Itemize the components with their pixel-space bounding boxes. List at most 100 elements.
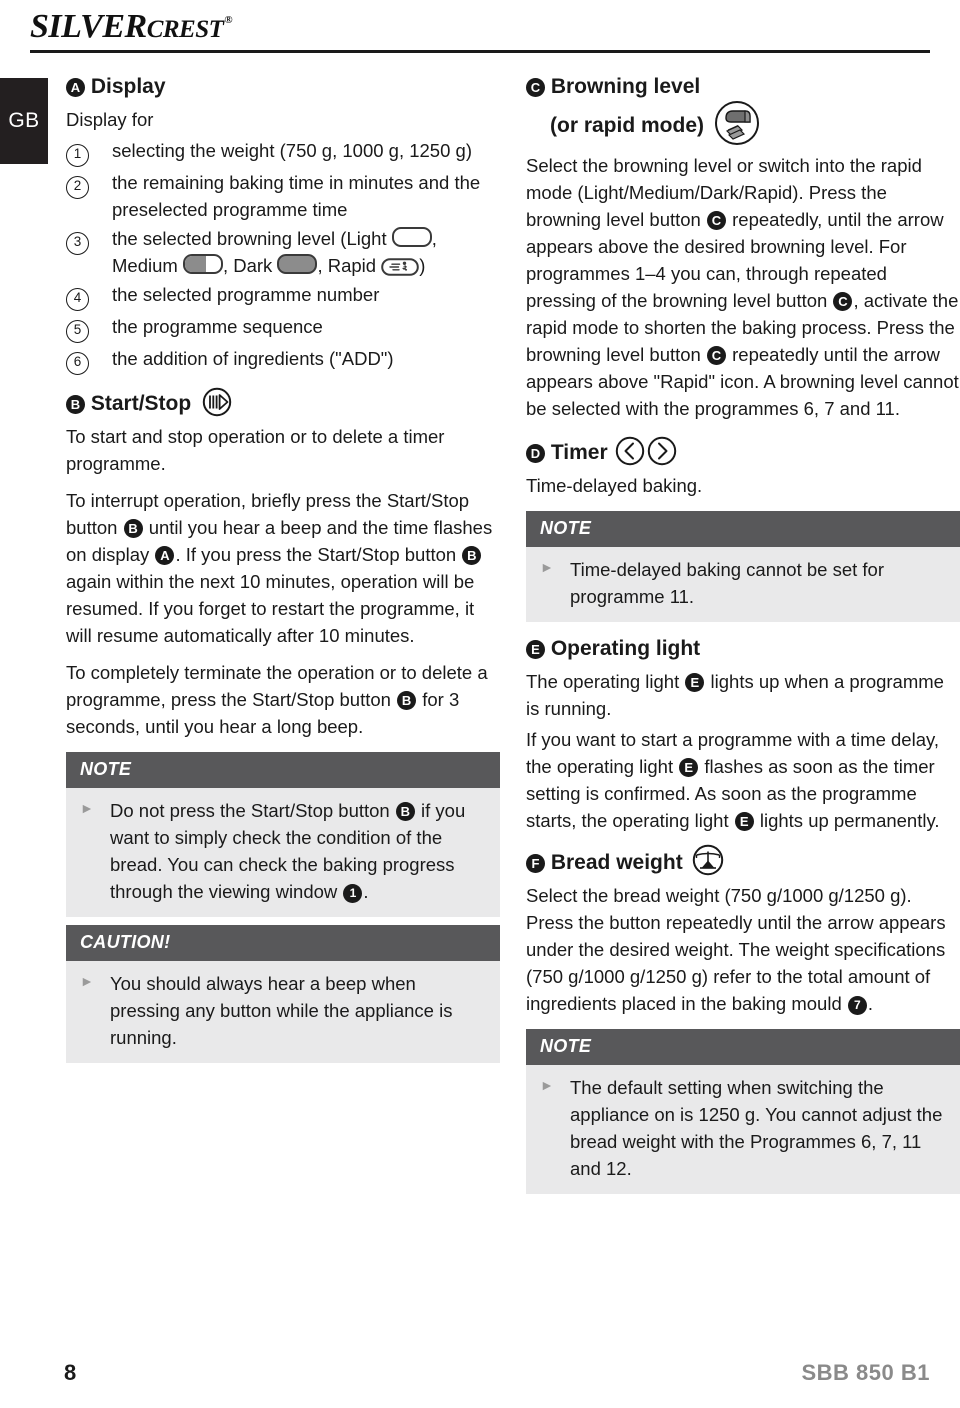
circled-number-icon: 4 (66, 288, 89, 312)
marker-7-inline-icon: 7 (847, 995, 867, 1015)
note-bullet-row: ► The default setting when switching the… (540, 1074, 946, 1182)
marker-1-inline-icon: 1 (343, 884, 363, 904)
marker-b-inline-icon: B (123, 519, 143, 539)
list-item-text: the programme sequence (112, 316, 323, 338)
marker-c-inline-icon: C (833, 291, 853, 311)
section-c-para: Select the browning level or switch into… (526, 152, 960, 422)
note-bullet-text: Do not press the Start/Stop button B if … (110, 797, 486, 905)
marker-a-inline-icon: A (155, 546, 175, 566)
note-callout-body: ► The default setting when switching the… (526, 1064, 960, 1194)
marker-d-icon: D (526, 443, 545, 463)
marker-c-inline-icon: C (706, 345, 726, 365)
model-number: SBB 850 B1 (801, 1360, 930, 1385)
note-bullet-row: ► Time-delayed baking cannot be set for … (540, 556, 946, 610)
marker-f-icon: F (526, 853, 545, 873)
section-b-para-1: To start and stop operation or to delete… (66, 426, 445, 475)
note-bullet-row: ► Do not press the Start/Stop button B i… (80, 797, 486, 905)
section-e-heading: E Operating light (526, 636, 960, 662)
page-number: 8 (64, 1360, 77, 1385)
chevron-right-circle-icon (646, 436, 678, 466)
caution-callout-body: ► You should always hear a beep when pre… (66, 961, 500, 1064)
section-e-title: Operating light (550, 636, 701, 660)
list-number: 1 (66, 137, 112, 168)
marker-b-inline-icon: B (462, 546, 482, 566)
circled-number-icon: 1 (66, 144, 89, 168)
language-tab-label: GB (8, 109, 40, 132)
para-text: The operating light (526, 670, 685, 692)
para-text: . If you press the Start/Stop button (175, 544, 462, 566)
note-bullet-text: Time-delayed baking cannot be set for pr… (570, 558, 884, 607)
browning-text-mid3: , Rapid (317, 255, 382, 277)
note-callout-header: NOTE (526, 510, 960, 547)
document-page: SILVERCREST® GB A Display Display for 1 … (0, 0, 960, 1408)
browning-text-after: ) (419, 255, 426, 277)
caution-callout-header: CAUTION! (66, 925, 500, 962)
bullet-arrow-icon: ► (80, 800, 94, 817)
list-item: 2 the remaining baking time in minutes a… (66, 169, 500, 223)
note-callout-box-weight: NOTE ► The default setting when switchin… (526, 1028, 960, 1194)
list-number: 6 (66, 345, 112, 376)
circled-number-icon: 2 (66, 176, 89, 200)
note-callout-box-timer: NOTE ► Time-delayed baking cannot be set… (526, 510, 960, 622)
section-d-heading: D Timer (526, 436, 960, 466)
chevron-left-circle-icon (614, 436, 646, 466)
start-stop-icon (197, 387, 237, 417)
note-callout-header: NOTE (66, 752, 500, 789)
section-e-para-2: If you want to start a programme with a … (526, 726, 960, 834)
bread-loaf-icon (714, 100, 760, 146)
browning-text-mid2: , Dark (222, 255, 278, 277)
list-item: 6 the addition of ingredients ("ADD") (66, 345, 500, 376)
note-bullet-text: The default setting when switching the a… (570, 1076, 943, 1179)
brand-crest: CREST (146, 16, 224, 43)
list-item-text: the selected browning level (Light , Med… (112, 225, 500, 279)
scales-icon (689, 844, 727, 876)
bullet-arrow-icon: ► (540, 558, 554, 575)
para-text: lights up permanently. (754, 809, 940, 831)
marker-e-inline-icon: E (679, 757, 699, 777)
note-callout-body: ► Time-delayed baking cannot be set for … (526, 546, 960, 622)
header-divider (30, 50, 930, 53)
marker-b-icon: B (66, 395, 85, 415)
section-f-para: Select the bread weight (750 g/1000 g/12… (526, 882, 960, 1017)
section-e-para-1: The operating light E lights up when a p… (526, 668, 960, 722)
section-d-para: Time-delayed baking. (526, 474, 703, 496)
list-number: 2 (66, 169, 112, 200)
section-b-para-2: To interrupt operation, briefly press th… (66, 487, 500, 649)
browning-text-before: the selected browning level (Light (112, 228, 392, 250)
marker-e-inline-icon: E (685, 672, 705, 692)
para-text: . (867, 992, 874, 1014)
language-tab-gb: GB (0, 78, 48, 164)
section-c-heading: C Browning level (or rapid mode) (526, 74, 960, 146)
list-number: 5 (66, 313, 112, 344)
list-item: 5 the programme sequence (66, 313, 500, 344)
browning-medium-icon (182, 254, 223, 275)
note-callout-header: NOTE (526, 1028, 960, 1065)
right-column: C Browning level (or rapid mode) Select … (526, 74, 960, 1208)
para-text: again within the next 10 minutes, operat… (66, 571, 475, 647)
caution-bullet-row: ► You should always hear a beep when pre… (80, 970, 486, 1051)
list-number: 3 (66, 225, 112, 256)
section-c-title-line1: Browning level (550, 75, 701, 98)
marker-b-inline-icon: B (395, 802, 415, 822)
left-column: A Display Display for 1 selecting the we… (66, 74, 500, 1077)
circled-number-icon: 6 (66, 352, 89, 376)
list-item: 4 the selected programme number (66, 281, 500, 312)
bullet-arrow-icon: ► (540, 1076, 554, 1093)
registered-trademark-icon: ® (224, 14, 233, 26)
marker-e-icon: E (526, 639, 545, 659)
bullet-arrow-icon: ► (80, 973, 94, 990)
para-text: . (363, 881, 369, 903)
list-item-text: the addition of ingredients ("ADD") (112, 348, 394, 370)
section-c-title-line2: (or rapid mode) (550, 113, 705, 137)
section-a-intro: Display for (66, 109, 154, 131)
list-item: 1 selecting the weight (750 g, 1000 g, 1… (66, 137, 500, 168)
circled-number-icon: 5 (66, 320, 89, 344)
section-f-title: Bread weight (550, 850, 683, 874)
browning-light-icon (391, 227, 432, 248)
para-text: Select the bread weight (750 g/1000 g/12… (526, 884, 946, 1014)
section-a-heading: A Display (66, 74, 500, 100)
marker-c-icon: C (526, 78, 545, 97)
list-item-text: the selected programme number (112, 284, 380, 306)
section-d-title: Timer (550, 440, 608, 464)
note-callout-box: NOTE ► Do not press the Start/Stop butto… (66, 752, 500, 918)
